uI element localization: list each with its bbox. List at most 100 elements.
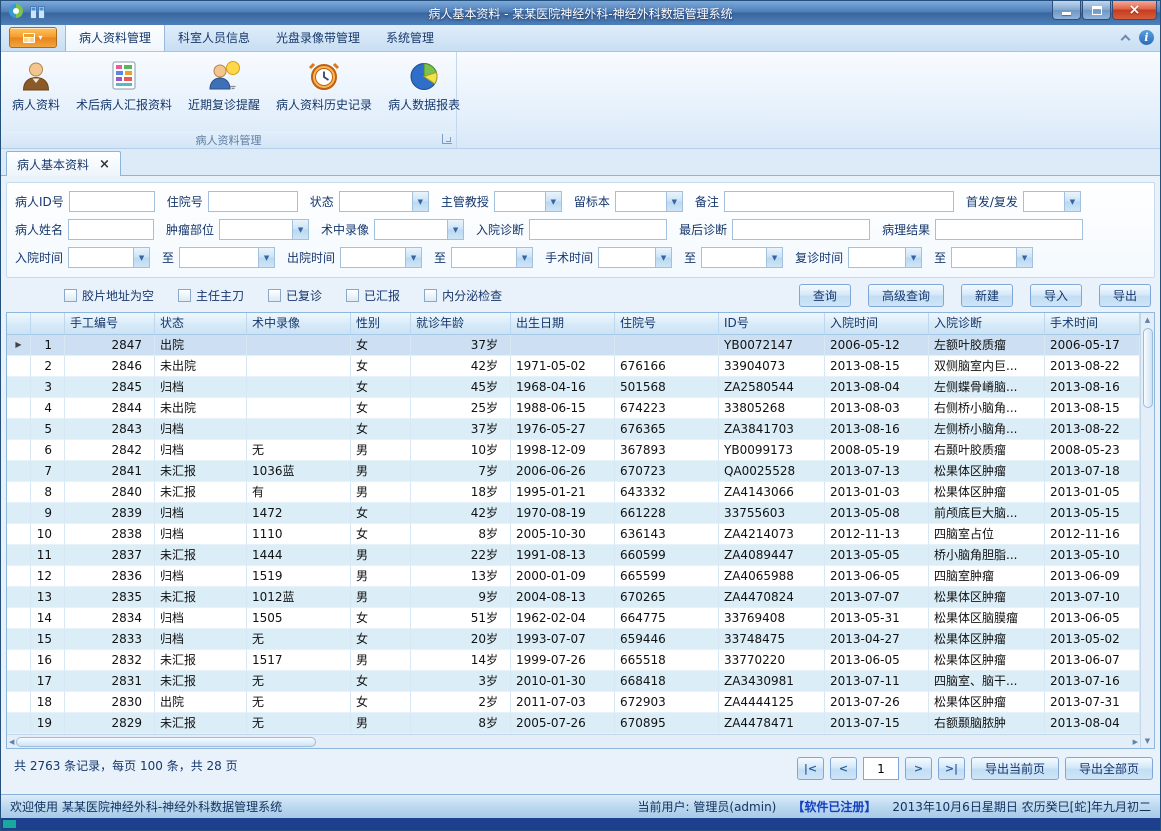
export-current-page-button[interactable]: 导出当前页 <box>971 757 1059 780</box>
tab-patient-data-management[interactable]: 病人资料管理 <box>65 23 165 51</box>
close-tab-icon[interactable]: × <box>99 158 110 171</box>
scroll-down-arrow-icon[interactable]: ▼ <box>1145 735 1150 747</box>
column-header-gender[interactable]: 性别 <box>351 313 411 334</box>
import-button[interactable]: 导入 <box>1030 284 1082 307</box>
dropdown-arrow-icon[interactable]: ▼ <box>1016 248 1032 267</box>
dropdown-arrow-icon[interactable]: ▼ <box>412 192 428 211</box>
patient-name-input[interactable] <box>68 219 154 240</box>
export-all-pages-button[interactable]: 导出全部页 <box>1065 757 1153 780</box>
admission-diagnosis-input[interactable] <box>529 219 667 240</box>
dropdown-arrow-icon[interactable]: ▼ <box>258 248 274 267</box>
tab-patient-basic-info[interactable]: 病人基本资料 × <box>6 151 121 176</box>
table-row[interactable]: 172831未汇报无女3岁2010-01-30668418ZA343098120… <box>7 671 1140 692</box>
table-row[interactable]: 32845归档女45岁1968-04-16501568ZA25805442013… <box>7 377 1140 398</box>
dropdown-arrow-icon[interactable]: ▼ <box>766 248 782 267</box>
scroll-left-arrow-icon[interactable]: ◀ <box>9 736 14 748</box>
info-icon[interactable]: i <box>1139 30 1154 45</box>
surgery-date-to-combo[interactable]: ▼ <box>701 247 783 268</box>
dropdown-arrow-icon[interactable]: ▼ <box>655 248 671 267</box>
postop-patient-report-button[interactable]: 术后病人汇报资料 <box>69 55 179 131</box>
inpatient-no-input[interactable] <box>208 191 298 212</box>
attending-professor-combo[interactable]: ▼ <box>494 191 562 212</box>
table-row[interactable]: 182830出院无女2岁2011-07-03672903ZA4444125201… <box>7 692 1140 713</box>
tab-disc-video-management[interactable]: 光盘录像带管理 <box>263 24 373 51</box>
column-header-intraop-video[interactable]: 术中录像 <box>247 313 351 334</box>
dropdown-arrow-icon[interactable]: ▼ <box>1064 192 1080 211</box>
scroll-right-arrow-icon[interactable]: ▶ <box>1133 736 1138 748</box>
endocrine-exam-checkbox-box[interactable] <box>424 289 437 302</box>
table-row[interactable]: 152833归档无女20岁1993-07-0765944633748475201… <box>7 629 1140 650</box>
endocrine-exam-checkbox[interactable]: 内分泌检查 <box>424 287 502 304</box>
table-row[interactable]: 122836归档1519男13岁2000-01-09665599ZA406598… <box>7 566 1140 587</box>
dropdown-arrow-icon[interactable]: ▼ <box>905 248 921 267</box>
page-number-input[interactable] <box>863 757 899 780</box>
column-header-status[interactable]: 状态 <box>155 313 247 334</box>
maximize-button[interactable] <box>1082 1 1111 20</box>
table-row[interactable]: 82840未汇报有男18岁1995-01-21643332ZA414306620… <box>7 482 1140 503</box>
advanced-query-button[interactable]: 高级查询 <box>868 284 944 307</box>
patient-data-report-button[interactable]: 病人数据报表 <box>381 55 467 131</box>
dropdown-arrow-icon[interactable]: ▼ <box>292 220 308 239</box>
column-header-surgery-date[interactable]: 手术时间 <box>1045 313 1140 334</box>
dropdown-arrow-icon[interactable]: ▼ <box>545 192 561 211</box>
status-combo[interactable]: ▼ <box>339 191 429 212</box>
film-address-empty-checkbox[interactable]: 胶片地址为空 <box>64 287 154 304</box>
column-header-age[interactable]: 就诊年龄 <box>411 313 511 334</box>
horizontal-scroll-thumb[interactable] <box>16 737 316 747</box>
chief-surgeon-operated-checkbox[interactable]: 主任主刀 <box>178 287 244 304</box>
main-menu-button[interactable]: ▾ <box>9 27 57 48</box>
close-button[interactable]: × <box>1112 1 1157 20</box>
table-row[interactable]: 92839归档1472女42岁1970-08-19661228337556032… <box>7 503 1140 524</box>
column-header-manual-no[interactable]: 手工编号 <box>65 313 155 334</box>
discharge-date-to-combo[interactable]: ▼ <box>451 247 533 268</box>
table-row[interactable]: 192829未汇报无男8岁2005-07-26670895ZA447847120… <box>7 713 1140 734</box>
table-row[interactable]: 22846未出院女42岁1971-05-02676166339040732013… <box>7 356 1140 377</box>
first-or-recurrent-combo[interactable]: ▼ <box>1023 191 1081 212</box>
minimize-button[interactable] <box>1052 1 1081 20</box>
reported-checkbox[interactable]: 已汇报 <box>346 287 400 304</box>
recent-followup-reminder-button[interactable]: 近期复诊提醒 <box>181 55 267 131</box>
specimen-kept-combo[interactable]: ▼ <box>615 191 683 212</box>
discharge-date-from-combo[interactable]: ▼ <box>340 247 422 268</box>
tab-department-staff-info[interactable]: 科室人员信息 <box>165 24 263 51</box>
table-row[interactable]: 62842归档无男10岁1998-12-09367893YB0099173200… <box>7 440 1140 461</box>
column-header-row-number[interactable] <box>31 313 65 334</box>
tab-system-management[interactable]: 系统管理 <box>373 24 447 51</box>
first-page-button[interactable]: |< <box>797 757 824 780</box>
followup-date-from-combo[interactable]: ▼ <box>848 247 922 268</box>
title-bar[interactable]: 病人基本资料 - 某某医院神经外科-神经外科数据管理系统 × <box>1 1 1160 25</box>
dropdown-arrow-icon[interactable]: ▼ <box>666 192 682 211</box>
column-header-id-no[interactable]: ID号 <box>719 313 825 334</box>
dropdown-arrow-icon[interactable]: ▼ <box>447 220 463 239</box>
last-page-button[interactable]: >| <box>938 757 965 780</box>
patient-history-button[interactable]: 病人资料历史记录 <box>269 55 379 131</box>
table-row[interactable]: 42844未出院女25岁1988-06-15674223338052682013… <box>7 398 1140 419</box>
followed-up-checkbox[interactable]: 已复诊 <box>268 287 322 304</box>
intraop-video-combo[interactable]: ▼ <box>374 219 464 240</box>
column-header-admission-date[interactable]: 入院时间 <box>825 313 929 334</box>
admission-date-to-combo[interactable]: ▼ <box>179 247 275 268</box>
column-header-admission-diagnosis[interactable]: 入院诊断 <box>929 313 1045 334</box>
table-row[interactable]: 72841未汇报1036蓝男7岁2006-06-26670723QA002552… <box>7 461 1140 482</box>
vertical-scroll-thumb[interactable] <box>1143 328 1153 408</box>
horizontal-scrollbar[interactable]: ◀ ▶ <box>7 734 1140 748</box>
table-row[interactable]: 142834归档1505女51岁1962-02-0466477533769408… <box>7 608 1140 629</box>
table-row[interactable]: 52843归档女37岁1976-05-27676365ZA38417032013… <box>7 419 1140 440</box>
final-diagnosis-input[interactable] <box>732 219 870 240</box>
table-row[interactable]: ▶12847出院女37岁YB00721472006-05-12左额叶胶质瘤200… <box>7 335 1140 356</box>
dialog-launcher-icon[interactable] <box>442 134 452 144</box>
scroll-up-arrow-icon[interactable]: ▲ <box>1145 314 1150 326</box>
export-button[interactable]: 导出 <box>1099 284 1151 307</box>
column-header-birth-date[interactable]: 出生日期 <box>511 313 615 334</box>
prev-page-button[interactable]: < <box>830 757 857 780</box>
followed-up-checkbox-box[interactable] <box>268 289 281 302</box>
pathology-result-input[interactable] <box>935 219 1083 240</box>
dropdown-arrow-icon[interactable]: ▼ <box>405 248 421 267</box>
dropdown-arrow-icon[interactable]: ▼ <box>133 248 149 267</box>
query-button[interactable]: 查询 <box>799 284 851 307</box>
admission-date-from-combo[interactable]: ▼ <box>68 247 150 268</box>
quick-access-icon[interactable] <box>30 4 45 23</box>
column-header-inpatient-no[interactable]: 住院号 <box>615 313 719 334</box>
remarks-input[interactable] <box>724 191 954 212</box>
tumor-site-combo[interactable]: ▼ <box>219 219 309 240</box>
